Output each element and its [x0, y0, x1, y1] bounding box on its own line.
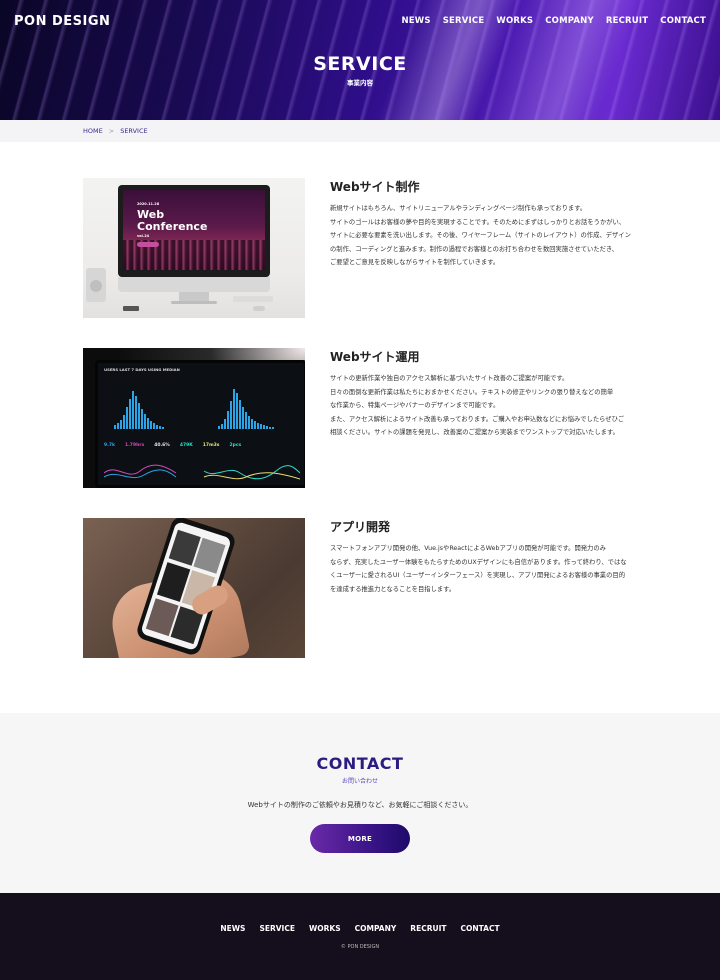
- nav-item-contact[interactable]: CONTACT: [660, 16, 706, 26]
- contact-section: CONTACT お問い合わせ Webサイトの制作のご依頼やお見積りなど、お気軽に…: [0, 713, 720, 893]
- histogram-bars: [114, 391, 164, 429]
- keyboard-shape: [233, 296, 273, 302]
- conference-title-conference: Conference: [137, 220, 208, 233]
- breadcrumb-current: SERVICE: [120, 127, 148, 135]
- footer-nav-recruit[interactable]: RECRUIT: [410, 924, 446, 933]
- footer-nav-works[interactable]: WORKS: [309, 924, 341, 933]
- histogram-bars: [218, 389, 274, 429]
- footer-nav-service[interactable]: SERVICE: [259, 924, 295, 933]
- service-description-line: の制作、コーディングと進みます。制作の過程でお客様とのお打ち合わせを数回実施させ…: [330, 245, 619, 253]
- more-button[interactable]: MORE: [310, 824, 410, 853]
- site-logo[interactable]: PON DESIGN: [14, 14, 110, 29]
- trend-lines: [104, 464, 300, 480]
- hero-header: PON DESIGN NEWS SERVICE WORKS COMPANY RE…: [0, 0, 720, 120]
- service-title: Webサイト運用: [330, 350, 420, 364]
- footer-nav: NEWS SERVICE WORKS COMPANY RECRUIT CONTA…: [0, 924, 720, 933]
- footer-nav-contact[interactable]: CONTACT: [460, 924, 499, 933]
- service-description-line: スマートフォンアプリ開発の他、Vue.jsやReactによるWebアプリの開発が…: [330, 545, 606, 552]
- service-app-development: アプリ開発 スマートフォンアプリ開発の他、Vue.jsやReactによるWebア…: [83, 518, 643, 658]
- contact-description: Webサイトの制作のご依頼やお見積りなど、お気軽にご相談ください。: [247, 801, 473, 809]
- imac-screen: 2020.11.28 Web Conference vol.24: [123, 190, 265, 270]
- conference-title-web: Web: [137, 208, 165, 221]
- kpi-value: 479K: [179, 443, 193, 448]
- service-description: サイトの更新作業や独自のアクセス解析に基づいたサイト改善のご提案が可能です。 日…: [330, 372, 640, 440]
- tablet-device: USERS LAST 7 DAYS USING MEDIAN 9.7k 1.79…: [95, 360, 305, 488]
- breadcrumb-separator: >: [108, 127, 115, 135]
- analytics-tablet-image: USERS LAST 7 DAYS USING MEDIAN 9.7k 1.79…: [83, 348, 305, 488]
- nav-item-service[interactable]: SERVICE: [443, 16, 485, 26]
- service-description-line: な作業から、特集ページやバナーのデザインまで可能です。: [330, 402, 500, 409]
- service-description-line: くユーザーに愛されるUI（ユーザーインターフェース）を実現し、アプリ開発によるお…: [330, 572, 625, 579]
- page-title: SERVICE: [313, 53, 407, 75]
- nav-item-works[interactable]: WORKS: [496, 16, 533, 26]
- kpi-value: 17m3s: [202, 443, 220, 448]
- imac-chin: [118, 277, 270, 292]
- mouse-shape: [253, 306, 265, 311]
- service-title: Webサイト制作: [330, 180, 420, 194]
- service-description-line: を達成する推進力となることを目指します。: [330, 585, 456, 593]
- device-shape: [123, 306, 139, 311]
- contact-subtitle: お問い合わせ: [341, 778, 378, 785]
- service-description-line: サイトに必要な要素を洗い出します。その後、ワイヤーフレーム（サイトのレイアウト）…: [330, 232, 631, 239]
- imac-monitor: 2020.11.28 Web Conference vol.24: [118, 185, 270, 277]
- service-description-line: ならず、充実したユーザー体験をもたらすためのUXデザインにも自信があります。作っ…: [330, 558, 627, 566]
- service-description-line: 相談ください。サイトの課題を発見し、改善案のご提案から実装までワンストップで対応…: [330, 429, 619, 436]
- conference-vol: vol.24: [137, 234, 150, 238]
- contact-title: CONTACT: [316, 754, 404, 773]
- nav-item-recruit[interactable]: RECRUIT: [606, 16, 648, 26]
- speaker-shape: [86, 268, 106, 302]
- nav-item-news[interactable]: NEWS: [401, 16, 430, 26]
- footer-nav-news[interactable]: NEWS: [220, 924, 245, 933]
- service-web-production: 2020.11.28 Web Conference vol.24 Webサイト制…: [83, 178, 643, 318]
- service-description-line: サイトの更新作業や独自のアクセス解析に基づいたサイト改善のご提案が可能です。: [330, 375, 569, 382]
- histogram-panel-left: [104, 375, 196, 435]
- service-description-line: サイトのゴールはお客様の夢や目的を実現することです。そのためにまずはしっかりとお…: [330, 218, 626, 226]
- site-footer: NEWS SERVICE WORKS COMPANY RECRUIT CONTA…: [0, 893, 720, 980]
- service-description: スマートフォンアプリ開発の他、Vue.jsやReactによるWebアプリの開発が…: [330, 542, 640, 596]
- breadcrumb: HOME > SERVICE: [0, 120, 720, 142]
- imac-base: [171, 301, 217, 304]
- conference-date: 2020.11.28: [137, 202, 160, 206]
- nav-item-company[interactable]: COMPANY: [545, 16, 594, 26]
- service-description-line: 日々の面倒な更新作業は私たちにおまかせください。テキストの修正やリンクの張り替え…: [330, 388, 614, 396]
- service-description-line: 新規サイトはもちろん、サイトリニューアルやランディングページ制作も承っております…: [330, 205, 587, 212]
- page-subtitle: 事業内容: [347, 79, 373, 87]
- service-title: アプリ開発: [330, 520, 391, 534]
- dashboard-title: USERS LAST 7 DAYS USING MEDIAN: [104, 367, 180, 372]
- footer-nav-company[interactable]: COMPANY: [355, 924, 397, 933]
- kpi-value: 1.79hrs: [124, 443, 145, 448]
- service-description: 新規サイトはもちろん、サイトリニューアルやランディングページ制作も承っております…: [330, 202, 640, 270]
- kpi-value: 40.6%: [154, 443, 170, 448]
- breadcrumb-home[interactable]: HOME: [83, 127, 103, 135]
- kpi-value: 9.7k: [104, 443, 115, 448]
- service-description-line: ご要望とご意見を反映しながらサイトを制作していきます。: [330, 259, 500, 266]
- smartphone-hand-image: [83, 518, 305, 658]
- service-description-line: また、アクセス解析によるサイト改善も承っております。ご購入やお申込数などにお悩み…: [330, 415, 625, 423]
- kpi-row: 9.7k 1.79hrs 40.6% 479K 17m3s 2pcs: [104, 443, 241, 448]
- main-nav: NEWS SERVICE WORKS COMPANY RECRUIT CONTA…: [401, 16, 706, 26]
- kpi-value: 2pcs: [229, 443, 242, 448]
- conference-pill: [137, 242, 159, 247]
- imac-conference-image: 2020.11.28 Web Conference vol.24: [83, 178, 305, 318]
- service-web-operation: USERS LAST 7 DAYS USING MEDIAN 9.7k 1.79…: [83, 348, 643, 488]
- histogram-panel-right: [208, 375, 300, 435]
- copyright: © PON DESIGN: [340, 944, 380, 950]
